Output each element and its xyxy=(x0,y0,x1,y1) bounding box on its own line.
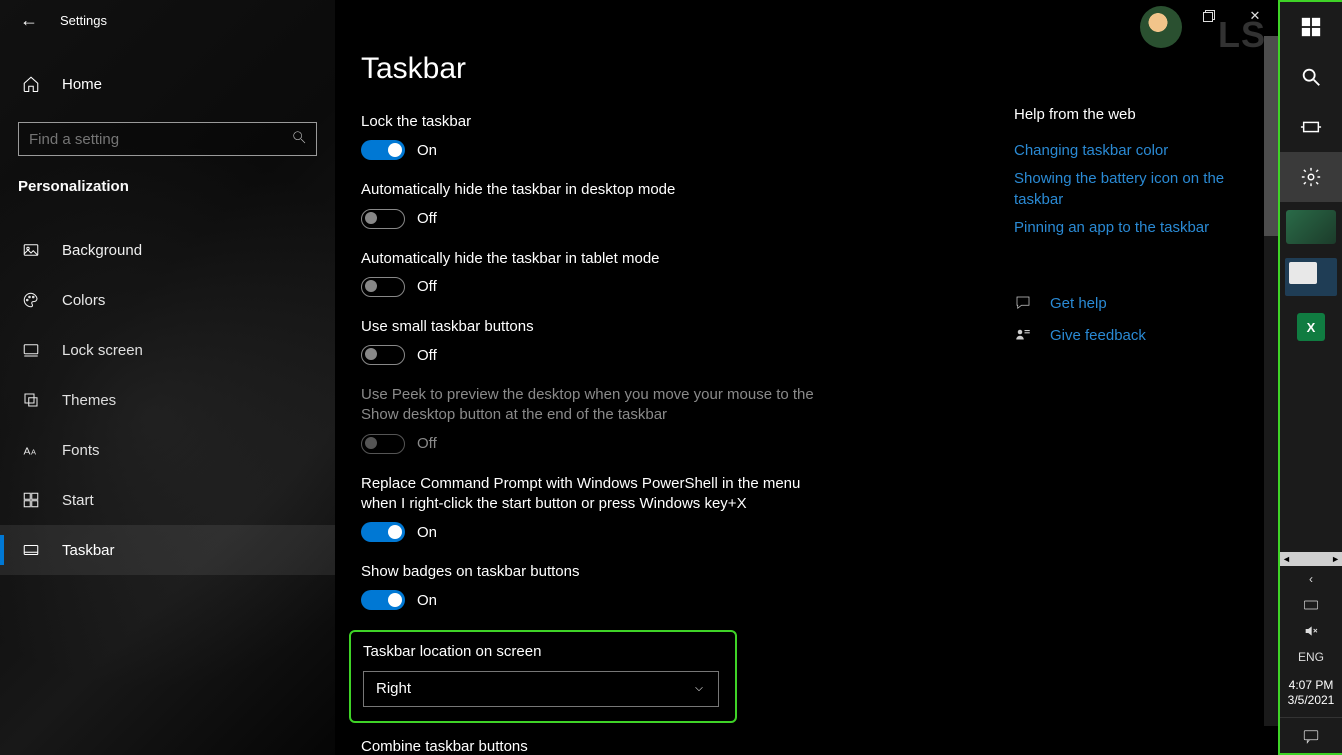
close-button[interactable]: ✕ xyxy=(1232,0,1278,32)
tray-volume[interactable] xyxy=(1280,618,1342,644)
taskbar-icon xyxy=(22,541,40,559)
setting-combine: Combine taskbar buttons xyxy=(361,737,821,755)
nav-lock-screen[interactable]: Lock screen xyxy=(0,325,335,375)
nav-colors[interactable]: Colors xyxy=(0,275,335,325)
toggle-badges[interactable] xyxy=(361,590,405,610)
palette-icon xyxy=(22,291,40,309)
chat-icon xyxy=(1014,294,1032,312)
setting-lock-taskbar: Lock the taskbar On xyxy=(361,112,821,160)
task-view-icon xyxy=(1300,116,1322,138)
nav-start[interactable]: Start xyxy=(0,475,335,525)
toggle-autohide-desktop[interactable] xyxy=(361,209,405,229)
task-view-button[interactable] xyxy=(1280,102,1342,152)
svg-text:A: A xyxy=(24,446,31,458)
page-title: Taskbar xyxy=(361,52,1278,86)
dropdown-taskbar-location[interactable]: Right xyxy=(363,671,719,707)
nav-home[interactable]: Home xyxy=(0,60,335,108)
taskbar-app-thumbnail[interactable] xyxy=(1280,202,1342,252)
search-input[interactable] xyxy=(18,122,317,156)
help-link-pinning[interactable]: Pinning an app to the taskbar xyxy=(1014,218,1244,238)
toggle-peek xyxy=(361,434,405,454)
windows-icon xyxy=(1300,16,1322,38)
give-feedback-link[interactable]: Give feedback xyxy=(1014,326,1244,344)
keyboard-icon xyxy=(1303,598,1319,612)
get-help-link[interactable]: Get help xyxy=(1014,294,1244,312)
app-title: Settings xyxy=(60,13,107,28)
volume-mute-icon xyxy=(1303,623,1319,639)
toggle-autohide-tablet[interactable] xyxy=(361,277,405,297)
search-button[interactable] xyxy=(1280,52,1342,102)
nav-taskbar[interactable]: Taskbar xyxy=(0,525,335,575)
home-icon xyxy=(22,75,40,93)
nav-background[interactable]: Background xyxy=(0,225,335,275)
back-button[interactable]: ← xyxy=(20,10,38,31)
search-icon xyxy=(1300,66,1322,88)
toggle-lock[interactable] xyxy=(361,140,405,160)
user-avatar[interactable] xyxy=(1140,6,1182,48)
notification-icon xyxy=(1302,728,1320,744)
vertical-taskbar: X ◄► ‹ ENG 4:07 PM 3/5/2021 xyxy=(1278,0,1342,755)
tray-clock[interactable]: 4:07 PM 3/5/2021 xyxy=(1288,670,1335,717)
help-title: Help from the web xyxy=(1014,106,1244,123)
help-link-color[interactable]: Changing taskbar color xyxy=(1014,141,1244,161)
picture-icon xyxy=(22,241,40,259)
start-button[interactable] xyxy=(1280,2,1342,52)
tray-overflow[interactable]: ‹ xyxy=(1280,566,1342,592)
svg-text:A: A xyxy=(31,448,36,457)
taskbar-overflow-scroll[interactable]: ◄► xyxy=(1280,552,1342,566)
chevron-down-icon xyxy=(692,682,706,696)
nav-themes[interactable]: Themes xyxy=(0,375,335,425)
taskbar-excel[interactable]: X xyxy=(1280,302,1342,352)
setting-autohide-tablet: Automatically hide the taskbar in tablet… xyxy=(361,249,821,297)
fonts-icon: AA xyxy=(22,441,40,459)
help-link-battery[interactable]: Showing the battery icon on the taskbar xyxy=(1014,169,1244,210)
themes-icon xyxy=(22,391,40,409)
section-heading: Personalization xyxy=(0,156,335,195)
main-content: Taskbar Lock the taskbar On Automaticall… xyxy=(335,0,1278,755)
highlighted-group: Taskbar location on screen Right xyxy=(349,630,737,722)
lock-screen-icon xyxy=(22,341,40,359)
setting-autohide-desktop: Automatically hide the taskbar in deskto… xyxy=(361,180,821,228)
start-icon xyxy=(22,491,40,509)
settings-sidebar: ← Settings Home Personalization Backgrou… xyxy=(0,0,335,755)
nav-fonts[interactable]: AA Fonts xyxy=(0,425,335,475)
setting-badges: Show badges on taskbar buttons On xyxy=(361,562,821,610)
setting-taskbar-location: Taskbar location on screen Right xyxy=(363,642,723,706)
gear-icon xyxy=(1300,166,1322,188)
help-panel: Help from the web Changing taskbar color… xyxy=(1014,106,1244,358)
setting-small-buttons: Use small taskbar buttons Off xyxy=(361,317,821,365)
tray-input[interactable] xyxy=(1280,592,1342,618)
taskbar-settings-app[interactable] xyxy=(1280,152,1342,202)
action-center-button[interactable] xyxy=(1280,717,1342,753)
setting-powershell: Replace Command Prompt with Windows Powe… xyxy=(361,474,821,543)
home-label: Home xyxy=(62,76,102,93)
main-scrollbar[interactable] xyxy=(1264,36,1278,726)
tray-language[interactable]: ENG xyxy=(1280,644,1342,670)
feedback-icon xyxy=(1014,326,1032,344)
setting-peek: Use Peek to preview the desktop when you… xyxy=(361,385,821,454)
chevron-left-icon: ‹ xyxy=(1309,572,1313,586)
maximize-button[interactable] xyxy=(1186,0,1232,32)
toggle-powershell[interactable] xyxy=(361,522,405,542)
toggle-small-buttons[interactable] xyxy=(361,345,405,365)
taskbar-app-group[interactable] xyxy=(1280,252,1342,302)
